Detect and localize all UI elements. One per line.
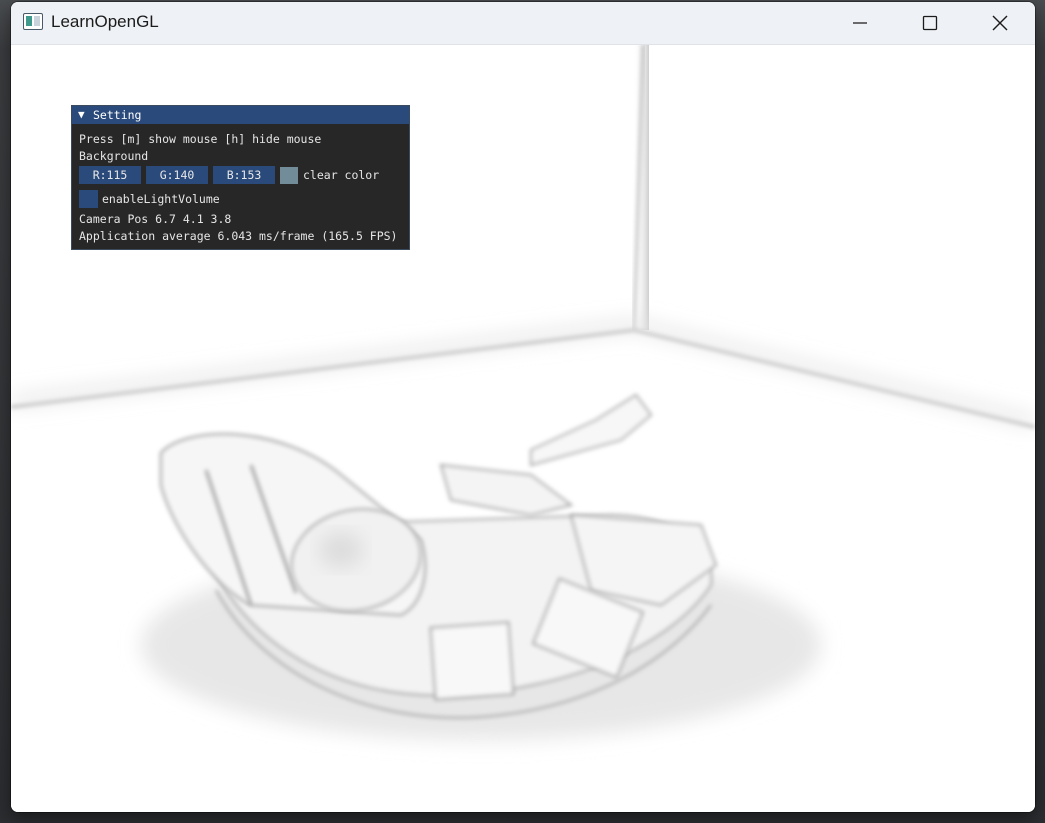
app-icon — [23, 13, 43, 30]
clear-color-label: clear color — [303, 168, 380, 182]
window-title: LearnOpenGL — [51, 12, 159, 31]
imgui-settings-panel[interactable]: ▼ Setting Press [m] show mouse [h] hide … — [71, 105, 410, 250]
minimize-icon — [853, 22, 867, 24]
backpack-model — [141, 393, 821, 740]
imgui-titlebar[interactable]: ▼ Setting — [72, 106, 409, 124]
window-titlebar[interactable]: LearnOpenGL — [11, 2, 1035, 45]
color-b-field[interactable]: B:153 — [213, 166, 275, 184]
color-r-field[interactable]: R:115 — [79, 166, 141, 184]
imgui-title: Setting — [93, 108, 142, 122]
maximize-icon — [922, 15, 938, 31]
clear-color-swatch[interactable] — [280, 167, 298, 184]
collapse-triangle-icon[interactable]: ▼ — [78, 108, 85, 121]
help-text: Press [m] show mouse [h] hide mouse — [79, 132, 322, 146]
enable-light-volume-label: enableLightVolume — [102, 192, 220, 206]
close-button[interactable] — [965, 2, 1035, 44]
maximize-button[interactable] — [895, 2, 965, 44]
minimize-button[interactable] — [825, 2, 895, 44]
background-label: Background — [79, 149, 149, 163]
camera-pos-text: Camera Pos 6.7 4.1 3.8 — [79, 212, 232, 226]
enable-light-volume-checkbox[interactable] — [79, 190, 98, 208]
opengl-viewport[interactable]: ▼ Setting Press [m] show mouse [h] hide … — [11, 45, 1035, 812]
color-g-field[interactable]: G:140 — [146, 166, 208, 184]
close-icon — [992, 15, 1008, 31]
perf-text: Application average 6.043 ms/frame (165.… — [79, 229, 398, 243]
app-window: LearnOpenGL ▼ Setting Press [m] show mou… — [11, 2, 1035, 812]
